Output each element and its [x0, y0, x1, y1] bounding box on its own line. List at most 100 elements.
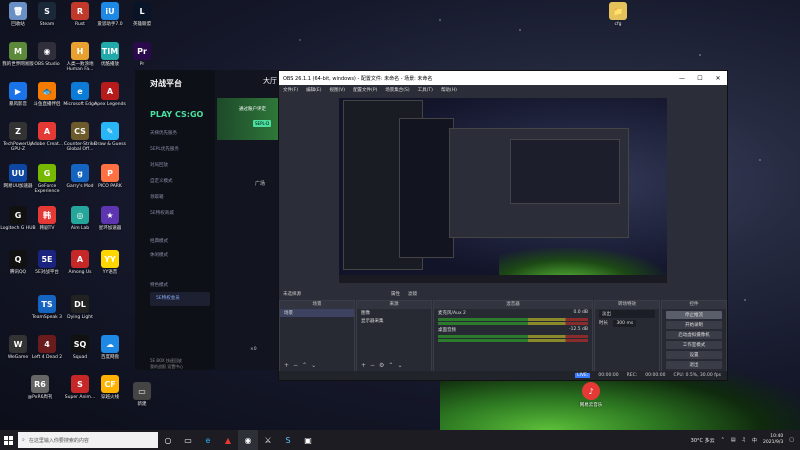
- obs-taskbar-icon[interactable]: ◉: [238, 430, 258, 450]
- desktop-icon[interactable]: R6 @PxR6周刊: [22, 375, 58, 400]
- desktop-icon[interactable]: YY YY语音: [92, 250, 128, 275]
- minimize-icon[interactable]: —: [673, 71, 691, 85]
- link-settings[interactable]: 设置中心: [167, 364, 183, 369]
- desktop-icon-label: @PxR6周刊: [27, 395, 53, 400]
- link-replay[interactable]: 快速回放: [166, 358, 182, 363]
- desktop-icon[interactable]: DL Dying Light: [62, 295, 98, 320]
- obs-menu-item[interactable]: 帮助(H): [441, 87, 457, 93]
- desktop-icon[interactable]: 5E 5E对战平台: [29, 250, 65, 275]
- app-icon: TIM: [101, 42, 119, 60]
- app-icon: SQ: [71, 335, 89, 353]
- obs-menu-item[interactable]: 编辑(E): [306, 87, 321, 93]
- launcher-menu-item[interactable]: 特色模式: [150, 282, 168, 288]
- launcher-menu-item[interactable]: 5E特权商城: [150, 210, 174, 216]
- desktop-icon[interactable]: 🐟 斗鱼直播伴侣: [29, 82, 65, 107]
- taskbar: ⌕ 在这里输入你要搜索的内容 ○ ▭ e ▲ ◉ ⚔ S ▣ 30°C 多云 ⌃…: [0, 430, 800, 450]
- launcher-menu-item[interactable]: 自定义模式: [150, 178, 173, 184]
- obs-menu-item[interactable]: 配置文件(P): [353, 87, 377, 93]
- filters-button[interactable]: 滤镜: [408, 291, 417, 297]
- obs-menu-item[interactable]: 文件(F): [283, 87, 298, 93]
- desktop-icon[interactable]: iU 爱思助手7.0: [92, 2, 128, 27]
- launcher-menu-item[interactable]: 领取箱: [150, 194, 164, 200]
- desktop-icon[interactable]: P PICO PARK: [92, 164, 128, 189]
- vip-menu-item[interactable]: 5E特权会员: [150, 292, 210, 306]
- transition-select[interactable]: 淡出: [599, 310, 655, 318]
- desktop-icon[interactable]: A Apex Legends: [92, 82, 128, 107]
- studio-mode-button[interactable]: 工作室模式: [666, 341, 722, 349]
- settings-button[interactable]: 设置: [666, 351, 722, 359]
- desktop-icon-label: 回收站: [11, 22, 25, 27]
- source-item[interactable]: 显示器采集: [357, 317, 431, 325]
- desktop-icon[interactable]: ▭ 新建: [124, 382, 160, 407]
- desktop-icon[interactable]: ☁ 百度网盘: [92, 335, 128, 360]
- weather-widget[interactable]: 30°C 多云: [691, 437, 715, 444]
- notification-icon[interactable]: ▢: [789, 437, 794, 443]
- obs-window[interactable]: OBS 26.1.1 (64-bit, windows) - 配置文件: 未命名…: [278, 70, 728, 381]
- desktop-icon[interactable]: A Adobe Creat...: [29, 122, 65, 147]
- apex-icon[interactable]: ▲: [218, 430, 238, 450]
- volume-icon[interactable]: ♫: [742, 437, 746, 443]
- launcher-banner[interactable]: 通过账户评定 SEPL-D: [217, 98, 283, 140]
- app-icon: G: [9, 206, 27, 224]
- desktop-icon[interactable]: ◉ OBS Studio: [29, 42, 65, 67]
- launcher-menu-item[interactable]: 休闲模式: [150, 252, 168, 258]
- desktop-icon-label: Draw & Guess: [94, 142, 126, 147]
- desktop-icon[interactable]: CF 穿越火线: [92, 375, 128, 400]
- desktop-icon[interactable]: G GeForce Experience: [29, 164, 65, 194]
- 5e-taskbar-icon[interactable]: ⚔: [258, 430, 278, 450]
- launcher-menu-item[interactable]: 经典模式: [150, 238, 168, 244]
- desktop-icon[interactable]: 韩韩剧TV: [29, 206, 65, 231]
- desktop-icon[interactable]: 4 Left 4 Dead 2: [29, 335, 65, 360]
- desktop-icon[interactable]: L 英雄联盟: [124, 2, 160, 27]
- exit-button[interactable]: 退出: [666, 361, 722, 369]
- netease-music-desktop-icon[interactable]: ♪ 网易云音乐: [573, 382, 609, 408]
- esports-launcher-window[interactable]: 对战平台 PLAY CS:GO 天梯优先服务 5EPL优先服务 对局回放 自定义模式领…: [135, 70, 285, 370]
- launcher-menu-item[interactable]: 5EPL优先服务: [150, 146, 179, 152]
- desktop-icon[interactable]: ✎ Draw & Guess: [92, 122, 128, 147]
- explorer-icon[interactable]: ▣: [298, 430, 318, 450]
- obs-menu-item[interactable]: 视图(V): [329, 87, 345, 93]
- desktop-icon[interactable]: S Steam: [29, 2, 65, 27]
- windows-start-icon[interactable]: [0, 430, 16, 450]
- link-box[interactable]: 5E BOX: [150, 358, 165, 363]
- launcher-lobby-tab[interactable]: 大厅: [263, 76, 277, 86]
- edge-icon[interactable]: e: [198, 430, 218, 450]
- desktop-icon[interactable]: 📁 cfg: [600, 2, 636, 27]
- multitask-icon[interactable]: ▭: [178, 430, 198, 450]
- desktop-icon[interactable]: TS TeamSpeak 3: [29, 295, 65, 320]
- obs-menu-item[interactable]: 场景集合(S): [385, 87, 409, 93]
- tray-overflow-icon[interactable]: ⌃: [721, 437, 725, 443]
- app-icon: R: [71, 2, 89, 20]
- link-report[interactable]: 我的战报: [150, 364, 166, 369]
- source-item[interactable]: 图像: [357, 309, 431, 317]
- scene-item[interactable]: 场景: [280, 309, 354, 317]
- desktop-icon[interactable]: ★ 星环加速器: [92, 206, 128, 231]
- steam-taskbar-icon[interactable]: S: [278, 430, 298, 450]
- desktop-icon-label: 新建: [137, 402, 147, 407]
- obs-menu-item[interactable]: 工具(T): [418, 87, 433, 93]
- duration-input[interactable]: 300 ms: [613, 320, 637, 327]
- app-icon: Pr: [133, 42, 151, 60]
- sources-footer-controls[interactable]: +−⚙⌃⌄: [357, 362, 407, 369]
- taskbar-clock[interactable]: 10:40 2021/9/3: [763, 434, 783, 446]
- obs-preview[interactable]: [339, 98, 667, 283]
- desktop-icon[interactable]: TIM 优酷播放: [92, 42, 128, 67]
- maximize-icon[interactable]: ☐: [691, 71, 709, 85]
- desktop-icon-label: TeamSpeak 3: [31, 315, 63, 320]
- network-icon[interactable]: ▤: [731, 437, 736, 443]
- taskbar-search-input[interactable]: ⌕ 在这里输入你要搜索的内容: [18, 432, 158, 448]
- virtual-camera-button[interactable]: 启动虚拟摄像机: [666, 331, 722, 339]
- properties-button[interactable]: 属性: [391, 291, 400, 297]
- launcher-menu-item[interactable]: 天梯优先服务: [150, 130, 177, 136]
- obs-titlebar[interactable]: OBS 26.1.1 (64-bit, windows) - 配置文件: 未命名…: [279, 71, 727, 85]
- launcher-menu-item[interactable]: 对局回放: [150, 162, 168, 168]
- task-view-icon[interactable]: ○: [158, 430, 178, 450]
- app-icon: 韩: [38, 206, 56, 224]
- scenes-footer-controls[interactable]: +−⌃⌄: [280, 362, 320, 369]
- close-icon[interactable]: ✕: [709, 71, 727, 85]
- launcher-game-title[interactable]: PLAY CS:GO: [150, 110, 203, 119]
- start-recording-button[interactable]: 开始录制: [666, 321, 722, 329]
- stop-streaming-button[interactable]: 停止推流: [666, 311, 722, 319]
- language-indicator[interactable]: 中: [752, 437, 757, 444]
- desktop-icon[interactable]: Pr Pr: [124, 42, 160, 67]
